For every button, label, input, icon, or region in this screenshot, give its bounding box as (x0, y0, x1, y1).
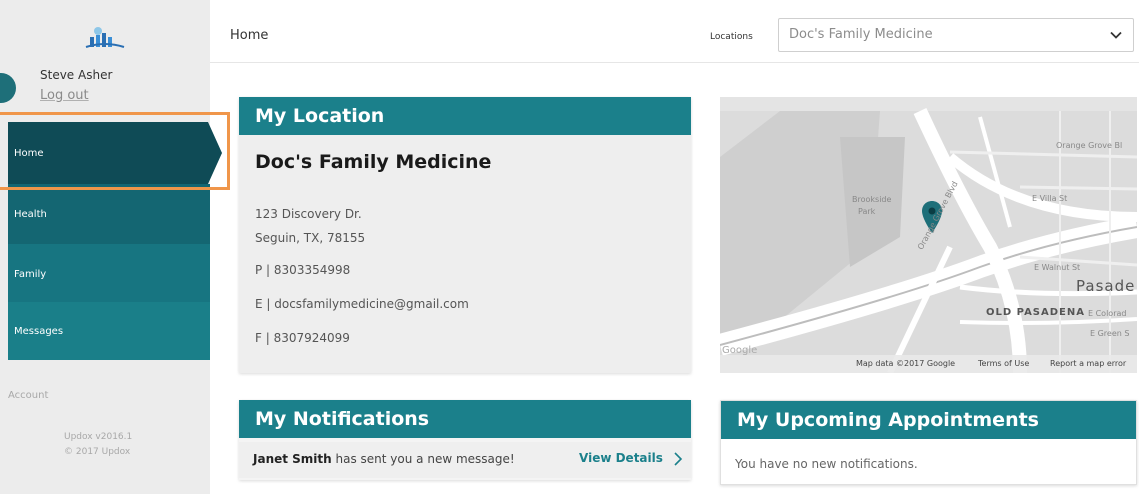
notification-message: has sent you a new message! (331, 452, 515, 466)
nav-item-messages[interactable]: Messages (8, 302, 210, 360)
location-map[interactable]: Orange Grove Bl E Villa St Brookside Par… (720, 97, 1137, 373)
map-label-park: Park (858, 207, 876, 216)
notification-sender: Janet Smith (253, 452, 332, 466)
clinic-name: Doc's Family Medicine (255, 151, 492, 173)
map-label-pasadena: Pasade (1076, 277, 1136, 295)
address-line2: Seguin, TX, 78155 (255, 231, 366, 245)
nav-item-family-label: Family (14, 268, 47, 280)
fax-number: F | 8307924099 (255, 331, 350, 345)
app-logo[interactable] (0, 10, 210, 65)
location-select-value: Doc's Family Medicine (789, 27, 933, 42)
top-bar: Home Locations Doc's Family Medicine (210, 10, 1139, 63)
sidebar: Steve Asher Log out Home Health Family M… (0, 0, 222, 494)
home-highlight-box (0, 112, 230, 190)
nav-item-health-label: Health (14, 208, 47, 220)
my-location-card: My Location Doc's Family Medicine 123 Di… (239, 97, 691, 373)
locations-label: Locations (710, 32, 753, 42)
location-select[interactable]: Doc's Family Medicine (778, 18, 1134, 52)
address-line1: 123 Discovery Dr. (255, 207, 362, 221)
nav-item-family[interactable]: Family (8, 244, 210, 304)
map-terms-link[interactable]: Terms of Use (978, 359, 1029, 368)
my-location-header: My Location (239, 97, 691, 135)
my-appointments-header: My Upcoming Appointments (721, 401, 1136, 439)
page-title: Home (230, 28, 269, 43)
logout-link[interactable]: Log out (40, 88, 89, 103)
avatar[interactable] (0, 73, 16, 103)
google-logo: Google (722, 345, 758, 356)
phone-number: P | 8303354998 (255, 263, 351, 277)
my-notifications-card: My Notifications Janet Smith has sent yo… (239, 400, 691, 480)
map-label-colorado: E Colorad (1088, 309, 1127, 318)
map-label-villa: E Villa St (1032, 194, 1068, 203)
map-label-orange-grove: Orange Grove Bl (1056, 141, 1123, 150)
user-block: Steve Asher Log out (0, 66, 210, 116)
nav-item-health[interactable]: Health (8, 184, 210, 244)
map-label-green: E Green S (1090, 329, 1130, 338)
map-attribution: Map data ©2017 Google (856, 359, 956, 368)
version-info: Updox v2016.1 © 2017 Updox (64, 430, 132, 460)
notification-text: Janet Smith has sent you a new message! (253, 452, 515, 466)
email-address: E | docsfamilymedicine@gmail.com (255, 297, 469, 311)
logo-icon (85, 26, 125, 48)
appointments-empty-text: You have no new notifications. (735, 457, 918, 471)
chevron-right-icon[interactable] (673, 451, 683, 467)
map-report-link[interactable]: Report a map error (1050, 359, 1126, 368)
my-appointments-card: My Upcoming Appointments You have no new… (720, 400, 1137, 485)
notification-item[interactable]: Janet Smith has sent you a new message! … (239, 442, 691, 478)
view-details-link[interactable]: View Details (579, 451, 663, 465)
user-name: Steve Asher (40, 68, 113, 82)
copyright-text: © 2017 Updox (64, 447, 131, 457)
nav-item-messages-label: Messages (14, 325, 64, 337)
chevron-down-icon (1110, 31, 1122, 39)
map-label-brookside: Brookside (852, 195, 892, 204)
version-text: Updox v2016.1 (64, 432, 133, 442)
map-label-walnut: E Walnut St (1034, 263, 1081, 272)
map-label-old-pasadena: OLD PASADENA (986, 307, 1085, 318)
account-link[interactable]: Account (8, 390, 48, 401)
my-notifications-header: My Notifications (239, 400, 691, 438)
